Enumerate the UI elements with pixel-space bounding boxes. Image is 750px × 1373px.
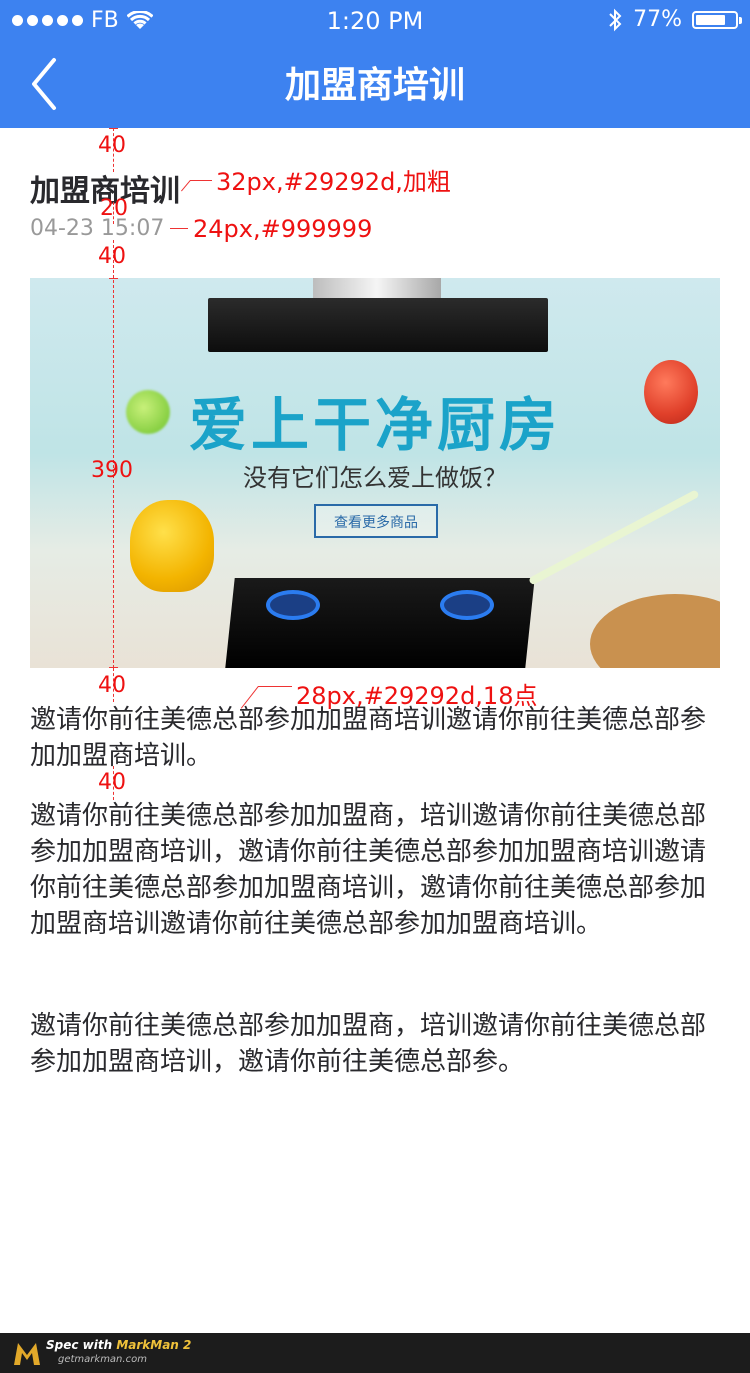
range-hood: [208, 298, 548, 352]
leader-line: [181, 180, 191, 192]
article-paragraph-1: 邀请你前往美德总部参加加盟商培训邀请你前往美德总部参加加盟商培训。: [30, 705, 707, 771]
credit-prefix: Spec with: [46, 1338, 117, 1352]
bluetooth-icon: [609, 8, 622, 31]
markman-url: getmarkman.com: [58, 1354, 147, 1365]
spacing-label-paragraph: 40: [98, 770, 126, 795]
burner-flame-icon: [266, 590, 320, 620]
spacing-guide: [113, 240, 114, 668]
body-spec-label: 28px,#29292d,18点: [296, 682, 538, 710]
pepper-decoration: [130, 500, 214, 592]
view-more-products-button[interactable]: 查看更多商品: [314, 504, 438, 538]
cutting-board-decoration: [590, 594, 720, 668]
leader-line: [170, 228, 188, 229]
article-paragraph-2: 邀请你前往美德总部参加加盟商，培训邀请你前往美德总部参加加盟商培训，邀请你前往美…: [30, 801, 707, 939]
battery-percent: 77%: [633, 7, 682, 32]
scallion-decoration: [528, 489, 700, 586]
spacing-label-time-banner: 40: [98, 244, 126, 269]
status-bar: FB 1:20 PM 77%: [0, 0, 750, 40]
promo-banner-image[interactable]: 爱上干净厨房 没有它们怎么爱上做饭？ 查看更多商品: [30, 278, 720, 668]
article-paragraph-3: 邀请你前往美德总部参加加盟商，培训邀请你前往美德总部参加加盟商培训，邀请你前往美…: [30, 1011, 707, 1077]
time-spec-label: 24px,#999999: [193, 215, 373, 243]
spacing-tick: [109, 278, 118, 279]
spacing-label-title-time: 20: [100, 196, 128, 221]
spacing-tick: [109, 128, 118, 129]
gas-stove: [225, 578, 535, 668]
spacing-label-banner-text: 40: [98, 673, 126, 698]
battery-icon: [692, 10, 742, 29]
page-title: 加盟商培训: [284, 65, 465, 106]
nav-bar: 加盟商培训: [0, 40, 750, 128]
markman-footer: Spec with MarkMan 2 getmarkman.com: [0, 1333, 750, 1373]
markman-logo-icon: [14, 1343, 40, 1365]
banner-subline: 没有它们怎么爱上做饭？: [243, 464, 507, 492]
leader-line: [190, 180, 212, 181]
battery-level-fill: [696, 14, 726, 25]
burner-flame-icon: [440, 590, 494, 620]
credit-brand: MarkMan 2: [116, 1338, 192, 1352]
markman-credit: Spec with MarkMan 2: [46, 1338, 191, 1352]
spacing-label-top: 40: [98, 133, 126, 158]
article-timestamp: 04-23 15:07: [30, 216, 165, 241]
leader-line: [258, 686, 292, 687]
status-right: 77%: [607, 7, 742, 32]
banner-height-label: 390: [91, 458, 133, 483]
title-spec-label: 32px,#29292d,加粗: [216, 168, 451, 196]
banner-headline: 爱上干净厨房: [188, 391, 561, 459]
